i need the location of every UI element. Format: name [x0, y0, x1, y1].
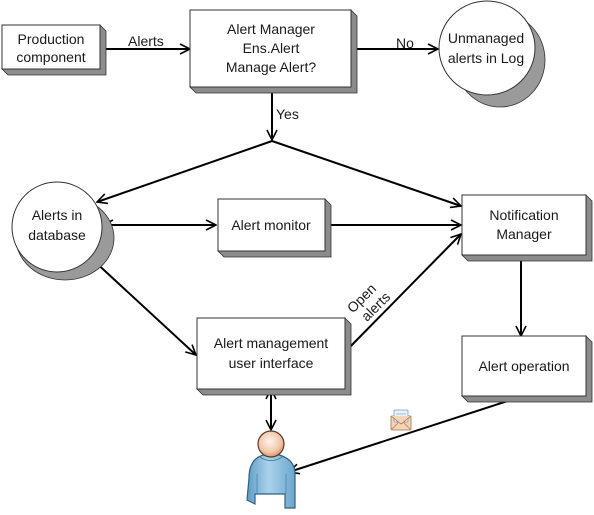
node-alert-manager: Alert Manager Ens.Alert Manage Alert?	[189, 9, 358, 94]
node-text-line: Alert operation	[478, 358, 569, 374]
node-text-line: component	[16, 49, 85, 65]
node-text-line: user interface	[229, 355, 314, 371]
node-text-line: Alert monitor	[231, 217, 311, 233]
node-text-line: database	[28, 227, 86, 243]
person-icon	[246, 430, 296, 509]
edge-label-yes: Yes	[276, 106, 299, 122]
edges	[92, 49, 523, 472]
edge-label-no: No	[396, 35, 414, 51]
node-text-line: Unmanaged	[448, 30, 524, 46]
node-production-component: Production component	[1, 24, 107, 76]
envelope-icon	[390, 409, 412, 431]
edge-alert-operation-to-user	[289, 395, 524, 472]
node-text-line: Ens.Alert	[243, 40, 300, 56]
edge-label-open-alerts: Open alerts	[344, 280, 394, 324]
node-text-line: alerts in Log	[448, 50, 524, 66]
alert-flow-diagram: Alerts No Yes Open alerts Production com…	[1, 0, 593, 509]
node-text-line: Alerts in	[32, 207, 83, 223]
node-text-line: Manager	[496, 226, 552, 242]
edge-junction-to-notification	[271, 140, 461, 206]
node-text-line: Alert Manager	[227, 21, 315, 37]
edge-alerts-db-alert-mgmt-ui	[92, 259, 196, 355]
node-alert-operation: Alert operation	[461, 335, 593, 403]
edge-label-alerts: Alerts	[128, 33, 164, 49]
node-notification-manager: Notification Manager	[461, 194, 593, 262]
node-alerts-database: Alerts in database	[11, 181, 115, 281]
node-unmanaged-alerts-log: Unmanaged alerts in Log	[438, 0, 546, 108]
node-text-line: Notification	[489, 207, 558, 223]
node-text-line: Production	[18, 31, 85, 47]
node-alert-management-ui: Alert management user interface	[196, 317, 352, 396]
edge-junction-to-alerts-db	[97, 140, 273, 202]
node-alert-monitor: Alert monitor	[217, 198, 332, 258]
node-text-line: Alert management	[214, 335, 329, 351]
node-text-line: Manage Alert?	[226, 59, 316, 75]
